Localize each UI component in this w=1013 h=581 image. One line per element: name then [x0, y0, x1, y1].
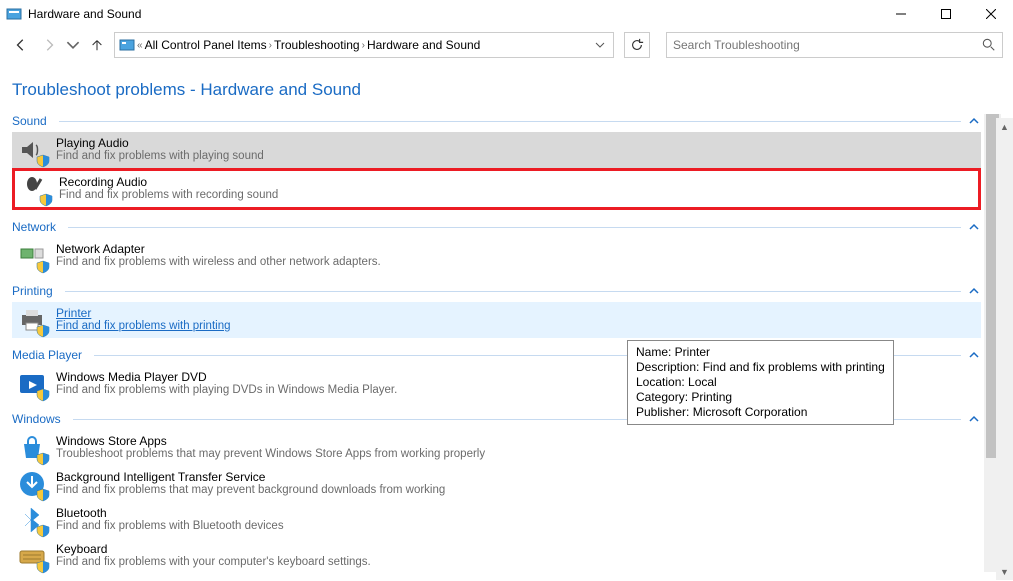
breadcrumb-item[interactable]: Troubleshooting [274, 38, 360, 52]
troubleshooter-printer[interactable]: Printer Find and fix problems with print… [12, 302, 981, 338]
collapse-icon[interactable] [967, 284, 981, 298]
item-desc: Find and fix problems with wireless and … [56, 256, 381, 268]
scroll-down-icon[interactable]: ▼ [996, 563, 1013, 580]
section-label: Printing [12, 284, 53, 298]
item-name: Bluetooth [56, 506, 284, 520]
printer-icon [18, 306, 46, 334]
refresh-button[interactable] [624, 32, 650, 58]
scroll-up-icon[interactable]: ▲ [996, 118, 1013, 135]
window-title: Hardware and Sound [28, 7, 878, 21]
minimize-button[interactable] [878, 0, 923, 28]
section-windows: Windows Windows Store Apps Troubleshoot … [12, 412, 981, 574]
microphone-icon [21, 175, 49, 203]
item-desc: Find and fix problems with Bluetooth dev… [56, 520, 284, 532]
section-label: Sound [12, 114, 47, 128]
item-desc: Find and fix problems that may prevent b… [56, 484, 445, 496]
control-panel-small-icon [119, 37, 135, 53]
section-label: Windows [12, 412, 61, 426]
network-adapter-icon [18, 242, 46, 270]
section-label: Media Player [12, 348, 82, 362]
item-name: Recording Audio [59, 175, 278, 189]
section-printing: Printing Printer Find and fix problems w… [12, 284, 981, 338]
tooltip: Name: Printer Description: Find and fix … [627, 340, 894, 425]
section-sound: Sound Playing Audio Find and fix problem… [12, 114, 981, 210]
troubleshooter-keyboard[interactable]: Keyboard Find and fix problems with your… [12, 538, 981, 574]
item-desc: Find and fix problems with printing [56, 320, 231, 332]
content-area: Troubleshoot problems - Hardware and Sou… [0, 80, 1013, 580]
item-name: Windows Store Apps [56, 434, 485, 448]
troubleshooter-playing-audio[interactable]: Playing Audio Find and fix problems with… [12, 132, 981, 168]
section-label: Network [12, 220, 56, 234]
troubleshooter-bits[interactable]: Background Intelligent Transfer Service … [12, 466, 981, 502]
breadcrumb-item[interactable]: All Control Panel Items [145, 38, 267, 52]
collapse-icon[interactable] [967, 412, 981, 426]
breadcrumb-dropdown[interactable] [591, 33, 609, 57]
up-button[interactable] [86, 34, 108, 56]
tooltip-line: Location: Local [636, 375, 885, 390]
recent-locations-button[interactable] [66, 34, 80, 56]
section-header-network[interactable]: Network [12, 220, 981, 234]
section-header-sound[interactable]: Sound [12, 114, 981, 128]
item-desc: Find and fix problems with recording sou… [59, 189, 278, 201]
keyboard-icon [18, 542, 46, 570]
download-icon [18, 470, 46, 498]
item-name: Printer [56, 306, 231, 320]
item-desc: Troubleshoot problems that may prevent W… [56, 448, 485, 460]
forward-button[interactable] [38, 34, 60, 56]
collapse-icon[interactable] [967, 220, 981, 234]
close-button[interactable] [968, 0, 1013, 28]
tooltip-line: Category: Printing [636, 390, 885, 405]
maximize-button[interactable] [923, 0, 968, 28]
wmp-icon [18, 370, 46, 398]
search-input[interactable] [673, 38, 982, 52]
troubleshooter-bluetooth[interactable]: Bluetooth Find and fix problems with Blu… [12, 502, 981, 538]
speaker-icon [18, 136, 46, 164]
section-network: Network Network Adapter Find and fix pro… [12, 220, 981, 274]
navbar: « All Control Panel Items › Troubleshoot… [0, 28, 1013, 62]
breadcrumb-item[interactable]: Hardware and Sound [367, 38, 480, 52]
outer-scrollbar[interactable]: ▲ ▼ [996, 118, 1013, 580]
section-header-printing[interactable]: Printing [12, 284, 981, 298]
collapse-icon[interactable] [967, 114, 981, 128]
bluetooth-icon [18, 506, 46, 534]
store-icon [18, 434, 46, 462]
tooltip-line: Name: Printer [636, 345, 885, 360]
item-name: Background Intelligent Transfer Service [56, 470, 445, 484]
search-icon [982, 38, 996, 52]
titlebar: Hardware and Sound [0, 0, 1013, 28]
item-desc: Find and fix problems with playing DVDs … [56, 384, 397, 396]
troubleshooter-store-apps[interactable]: Windows Store Apps Troubleshoot problems… [12, 430, 981, 466]
page-title: Troubleshoot problems - Hardware and Sou… [12, 80, 1001, 100]
item-name: Keyboard [56, 542, 371, 556]
tooltip-line: Description: Find and fix problems with … [636, 360, 885, 375]
item-name: Windows Media Player DVD [56, 370, 397, 384]
item-name: Playing Audio [56, 136, 264, 150]
control-panel-icon [6, 6, 22, 22]
breadcrumb[interactable]: « All Control Panel Items › Troubleshoot… [114, 32, 614, 58]
tooltip-line: Publisher: Microsoft Corporation [636, 405, 885, 420]
item-desc: Find and fix problems with your computer… [56, 556, 371, 568]
item-desc: Find and fix problems with playing sound [56, 150, 264, 162]
search-box[interactable] [666, 32, 1003, 58]
troubleshooter-network-adapter[interactable]: Network Adapter Find and fix problems wi… [12, 238, 981, 274]
collapse-icon[interactable] [967, 348, 981, 362]
item-name: Network Adapter [56, 242, 381, 256]
troubleshooter-recording-audio[interactable]: Recording Audio Find and fix problems wi… [12, 168, 981, 210]
back-button[interactable] [10, 34, 32, 56]
